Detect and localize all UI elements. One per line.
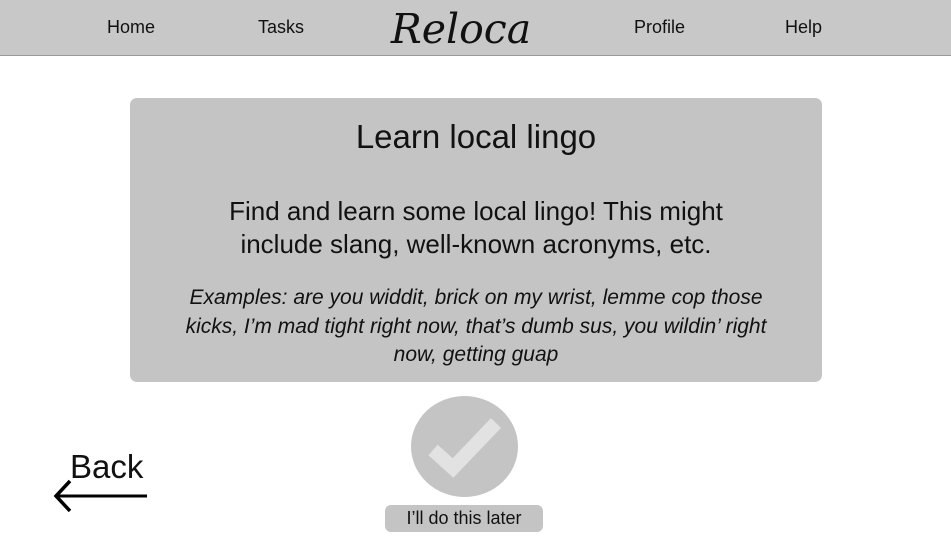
task-title: Learn local lingo bbox=[355, 118, 597, 155]
nav-tasks-link[interactable]: Tasks bbox=[258, 17, 304, 37]
nav-help-link[interactable]: Help bbox=[785, 17, 822, 37]
top-navigation-bar: Home Tasks Reloca Profile Help bbox=[0, 0, 951, 56]
checkmark-icon bbox=[428, 418, 502, 478]
back-button[interactable]: Back bbox=[52, 448, 152, 514]
task-card: Learn local lingo Find and learn some lo… bbox=[130, 98, 822, 382]
app-logo[interactable]: Reloca bbox=[390, 6, 532, 52]
task-description: Find and learn some local lingo! This mi… bbox=[229, 196, 723, 259]
do-later-button[interactable]: I’ll do this later bbox=[385, 505, 543, 532]
mark-complete-button[interactable] bbox=[411, 396, 518, 497]
nav-home-link[interactable]: Home bbox=[107, 17, 155, 37]
task-examples: Examples: are you widdit, brick on my wr… bbox=[185, 286, 767, 366]
nav-profile-link[interactable]: Profile bbox=[634, 17, 685, 37]
arrow-left-icon bbox=[53, 479, 147, 512]
